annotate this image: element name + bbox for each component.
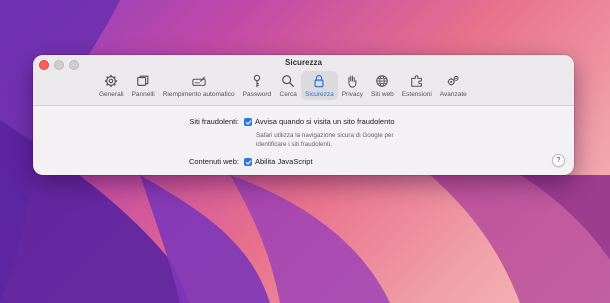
tab-label: Avanzate xyxy=(439,91,467,98)
tab-pannelli[interactable]: Pannelli xyxy=(128,71,159,100)
tab-label: Estensioni xyxy=(401,91,432,98)
window-title: Sicurezza xyxy=(285,58,322,67)
safari-settings-window: Sicurezza Generali Pannelli Riempimento … xyxy=(33,55,574,175)
tab-label: Riempimento automatico xyxy=(162,91,235,98)
tab-label: Sicurezza xyxy=(305,91,334,98)
autofill-icon xyxy=(190,73,208,88)
search-icon xyxy=(279,73,297,88)
key-icon xyxy=(248,73,266,88)
tab-password[interactable]: Password xyxy=(239,71,276,100)
tab-sicurezza[interactable]: Sicurezza xyxy=(301,71,338,100)
fraud-warning-checkbox[interactable] xyxy=(244,118,252,126)
security-pane: Siti fraudolenti: Avvisa quando si visit… xyxy=(33,106,574,175)
tab-label: Generali xyxy=(99,91,124,98)
enable-javascript-checkbox[interactable] xyxy=(244,158,252,166)
lock-icon xyxy=(310,73,328,88)
gears-icon xyxy=(444,73,462,88)
fraud-description-line: identificare i siti fraudolenti. xyxy=(256,141,332,148)
checkmark-icon xyxy=(245,159,251,165)
extension-icon xyxy=(408,73,426,88)
tab-generali[interactable]: Generali xyxy=(95,71,128,100)
help-button[interactable]: ? xyxy=(552,154,565,167)
tab-label: Privacy xyxy=(341,91,364,98)
checkmark-icon xyxy=(245,119,251,125)
fraud-warning-label[interactable]: Avvisa quando si visita un sito fraudole… xyxy=(255,117,395,126)
tab-riempimento-automatico[interactable]: Riempimento automatico xyxy=(159,71,239,100)
window-titlebar: Sicurezza Generali Pannelli Riempimento … xyxy=(33,55,574,106)
tab-privacy[interactable]: Privacy xyxy=(338,71,367,100)
tabs-icon xyxy=(134,73,152,88)
tab-label: Siti web xyxy=(371,91,394,98)
tab-avanzate[interactable]: Avanzate xyxy=(436,71,471,100)
tab-siti-web[interactable]: Siti web xyxy=(367,71,398,100)
tab-estensioni[interactable]: Estensioni xyxy=(398,71,436,100)
enable-javascript-label[interactable]: Abilita JavaScript xyxy=(255,157,313,166)
web-content-label: Contenuti web: xyxy=(188,157,239,166)
preferences-toolbar: Generali Pannelli Riempimento automatico… xyxy=(95,71,471,100)
fraud-description: Safari utilizza la navigazione sicura di… xyxy=(256,131,436,149)
gear-icon xyxy=(102,73,120,88)
tab-label: Password xyxy=(242,91,272,98)
tab-cerca[interactable]: Cerca xyxy=(275,71,301,100)
fraud-description-line: Safari utilizza la navigazione sicura di… xyxy=(256,132,394,139)
tab-label: Pannelli xyxy=(131,91,155,98)
globe-icon xyxy=(373,73,391,88)
hand-icon xyxy=(343,73,361,88)
tab-label: Cerca xyxy=(279,91,297,98)
fraud-sites-label: Siti fraudolenti: xyxy=(189,117,239,126)
